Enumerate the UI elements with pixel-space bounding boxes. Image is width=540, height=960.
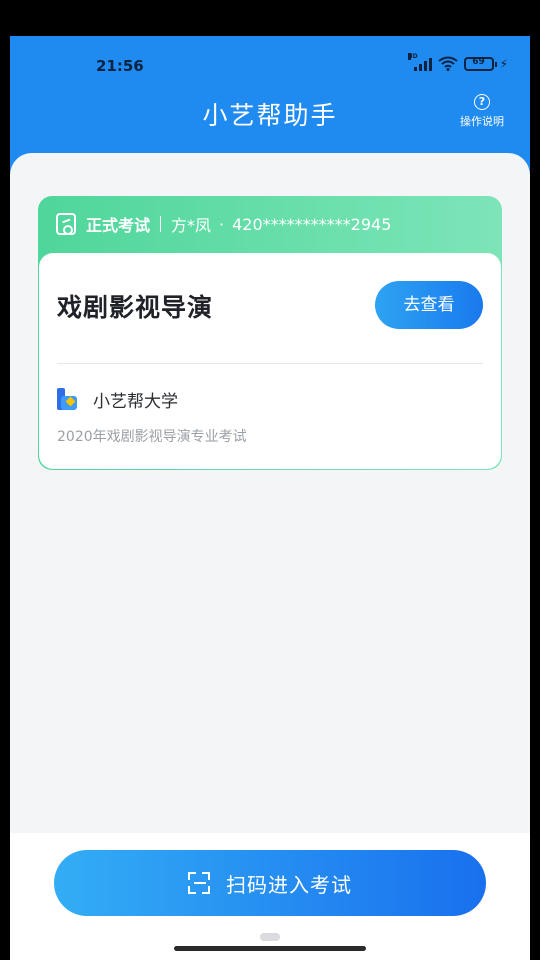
- wifi-icon: [437, 56, 458, 71]
- signal-icon: HD: [407, 52, 432, 71]
- help-button[interactable]: ? 操作说明: [452, 94, 512, 129]
- exam-card[interactable]: 正式考试 方*凤 · 420***********2945 戏剧影视导演 去查看…: [38, 196, 502, 470]
- network-badge: HD: [407, 52, 418, 60]
- question-circle-icon: ?: [474, 94, 490, 110]
- status-icons: HD 69 ⚡: [407, 52, 508, 71]
- candidate-name: 方*凤: [171, 216, 212, 235]
- exam-id-icon: [56, 213, 76, 235]
- battery-level: 69: [472, 56, 485, 67]
- charging-icon: ⚡: [499, 56, 508, 71]
- exam-description: 2020年戏剧影视导演专业考试: [57, 429, 247, 445]
- divider: [160, 216, 162, 232]
- footer: 扫码进入考试: [10, 833, 530, 960]
- separator-dot: ·: [219, 214, 225, 234]
- view-button[interactable]: 去查看: [375, 281, 483, 329]
- candidate-id: 420***********2945: [232, 214, 392, 234]
- scan-button-label: 扫码进入考试: [226, 872, 352, 897]
- scan-enter-exam-button[interactable]: 扫码进入考试: [54, 850, 486, 916]
- status-time: 21:56: [96, 57, 144, 75]
- home-indicator[interactable]: [174, 946, 366, 951]
- card-divider: [57, 363, 483, 364]
- scroll-indicator: [260, 933, 280, 941]
- exam-type: 正式考试: [86, 216, 151, 235]
- help-label: 操作说明: [460, 115, 504, 128]
- battery-icon: 69: [463, 56, 497, 71]
- exam-card-body: 戏剧影视导演 去查看 小艺帮大学 2020年戏剧影视导演专业考试: [39, 253, 501, 469]
- exam-card-header: 正式考试 方*凤 · 420***********2945: [38, 196, 502, 252]
- status-bar: 21:56 HD 69 ⚡: [10, 36, 530, 96]
- scan-icon: [188, 872, 210, 894]
- app-screen: 21:56 HD 69 ⚡ 小艺帮助手 ? 操作说明 正式考试 方*凤 · 42…: [10, 36, 530, 960]
- school-name: 小艺帮大学: [93, 392, 178, 412]
- school-logo-icon: [57, 387, 79, 412]
- school-row: 小艺帮大学: [57, 387, 178, 412]
- main-content: 正式考试 方*凤 · 420***********2945 戏剧影视导演 去查看…: [10, 153, 530, 843]
- exam-subject: 戏剧影视导演: [57, 293, 214, 322]
